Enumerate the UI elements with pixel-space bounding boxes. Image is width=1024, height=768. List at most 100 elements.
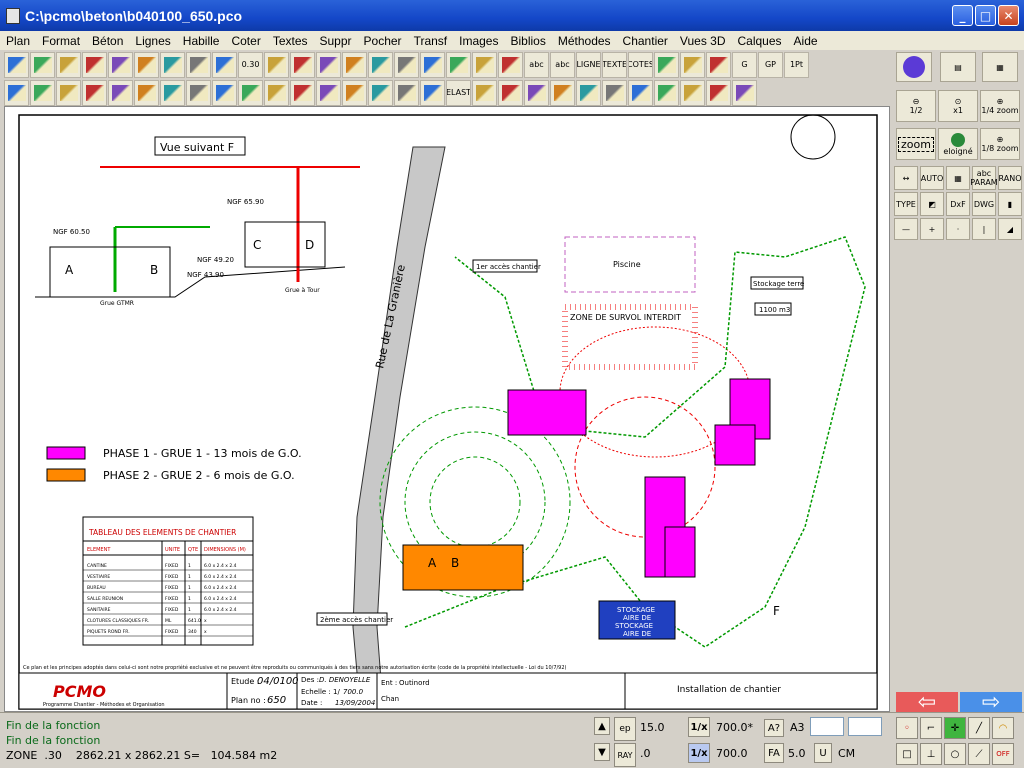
line-point-button[interactable]: · [946, 218, 970, 240]
print-button[interactable]: ▦ [982, 52, 1018, 82]
scale-button-2[interactable]: 1/x [688, 743, 710, 763]
row2-tool-28[interactable] [732, 80, 757, 106]
row1-tool-13[interactable] [342, 52, 367, 78]
row2-tool-19[interactable] [498, 80, 523, 106]
row2-tool-13[interactable] [342, 80, 367, 106]
snap-circle-button[interactable]: ○ [944, 743, 966, 765]
snap-arc-button[interactable]: ◠ [992, 717, 1014, 739]
menu-item-11[interactable]: Biblios [504, 34, 551, 48]
row1-tool-29[interactable]: GP [758, 52, 783, 78]
row1-tool-27[interactable] [706, 52, 731, 78]
row1-tool-14[interactable] [368, 52, 393, 78]
snap-corner-button[interactable]: ⌐ [920, 717, 942, 739]
menu-item-3[interactable]: Lignes [129, 34, 176, 48]
menu-item-7[interactable]: Suppr [314, 34, 358, 48]
row2-tool-12[interactable] [316, 80, 341, 106]
zoom-window-button[interactable]: zoom [896, 128, 936, 160]
snap-point-button[interactable]: ◦ [896, 717, 918, 739]
book-button[interactable]: ▮ [998, 192, 1022, 216]
row1-tool-25[interactable] [654, 52, 679, 78]
row2-tool-4[interactable] [108, 80, 133, 106]
maximize-button[interactable]: □ [975, 5, 996, 26]
drawing-canvas[interactable]: Rue de La Granière ZONE DE SURVOL INTERD… [4, 106, 890, 712]
ray-button[interactable]: RAY [614, 743, 636, 767]
auto-button[interactable]: AUTO [920, 166, 944, 190]
menu-item-0[interactable]: Plan [0, 34, 36, 48]
row1-tool-18[interactable] [472, 52, 497, 78]
question-button[interactable]: A? [764, 719, 784, 737]
row2-tool-5[interactable] [134, 80, 159, 106]
close-button[interactable]: ✕ [998, 5, 1019, 26]
row1-tool-16[interactable] [420, 52, 445, 78]
u-button[interactable]: U [814, 743, 832, 763]
row1-tool-2[interactable] [56, 52, 81, 78]
line-horizontal-button[interactable]: — [894, 218, 918, 240]
dwg-button[interactable]: DWG [972, 192, 996, 216]
menu-item-2[interactable]: Béton [86, 34, 129, 48]
row1-tool-9[interactable]: 0.30 [238, 52, 263, 78]
snap-square-button[interactable]: □ [896, 743, 918, 765]
off-button[interactable]: OFF [992, 743, 1014, 765]
snap-tangent-button[interactable]: ⟋ [968, 743, 990, 765]
row1-tool-12[interactable] [316, 52, 341, 78]
row1-tool-20[interactable]: abc [524, 52, 549, 78]
app-icon[interactable] [6, 7, 20, 24]
row2-tool-10[interactable] [264, 80, 289, 106]
row2-tool-1[interactable] [30, 80, 55, 106]
menu-item-8[interactable]: Pocher [358, 34, 408, 48]
measure-button[interactable]: ↔ [894, 166, 918, 190]
row1-tool-10[interactable] [264, 52, 289, 78]
row1-tool-3[interactable] [82, 52, 107, 78]
row1-tool-5[interactable] [134, 52, 159, 78]
dxf-button[interactable]: DxF [946, 192, 970, 216]
row2-tool-2[interactable] [56, 80, 81, 106]
next-arrow[interactable]: ⇨ [960, 690, 1022, 715]
menu-item-9[interactable]: Transf [408, 34, 454, 48]
rano-button[interactable]: RANO [998, 166, 1022, 190]
line-vertical-button[interactable]: | [972, 218, 996, 240]
redo-button[interactable] [896, 52, 932, 82]
row1-tool-0[interactable] [4, 52, 29, 78]
row1-tool-19[interactable] [498, 52, 523, 78]
row1-tool-15[interactable] [394, 52, 419, 78]
previous-arrow[interactable]: ⇦ [896, 690, 958, 715]
eraser-button[interactable]: ◢ [998, 218, 1022, 240]
row2-tool-14[interactable] [368, 80, 393, 106]
param-button[interactable]: abc PARAM [970, 166, 998, 190]
ep-button[interactable]: ep [614, 717, 636, 741]
menu-item-5[interactable]: Coter [225, 34, 266, 48]
menu-item-4[interactable]: Habille [177, 34, 226, 48]
blank-field-2[interactable] [848, 717, 882, 736]
zoom-eighth-button[interactable]: ⊕ 1/8 zoom [980, 128, 1020, 160]
row1-tool-28[interactable]: G [732, 52, 757, 78]
menu-item-1[interactable]: Format [36, 34, 86, 48]
row1-tool-24[interactable]: COTES [628, 52, 653, 78]
row2-tool-27[interactable] [706, 80, 731, 106]
menu-item-14[interactable]: Vues 3D [674, 34, 732, 48]
zoom-half-button[interactable]: ⊖ 1/2 [896, 90, 936, 122]
row1-tool-7[interactable] [186, 52, 211, 78]
snap-line-button[interactable]: ╱ [968, 717, 990, 739]
print-preview-button[interactable]: ▤ [940, 52, 976, 82]
row2-tool-22[interactable] [576, 80, 601, 106]
row2-tool-9[interactable] [238, 80, 263, 106]
row1-tool-1[interactable] [30, 52, 55, 78]
row1-tool-21[interactable]: abc [550, 52, 575, 78]
scale-button-1[interactable]: 1/x [688, 717, 710, 737]
blank-field-1[interactable] [810, 717, 844, 736]
zoom-x1-button[interactable]: ⊙ x1 [938, 90, 978, 122]
row2-tool-24[interactable] [628, 80, 653, 106]
menu-item-16[interactable]: Aide [788, 34, 824, 48]
scroll-up-button[interactable]: ▲ [594, 717, 610, 735]
row1-tool-23[interactable]: TEXTE [602, 52, 627, 78]
row1-tool-11[interactable] [290, 52, 315, 78]
row2-tool-3[interactable] [82, 80, 107, 106]
row2-tool-15[interactable] [394, 80, 419, 106]
row2-tool-16[interactable] [420, 80, 445, 106]
menu-item-12[interactable]: Méthodes [552, 34, 617, 48]
menu-item-10[interactable]: Images [453, 34, 504, 48]
row2-tool-8[interactable] [212, 80, 237, 106]
menu-item-6[interactable]: Textes [267, 34, 314, 48]
row2-tool-18[interactable] [472, 80, 497, 106]
zoom-out-button[interactable]: eloigné [938, 128, 978, 160]
